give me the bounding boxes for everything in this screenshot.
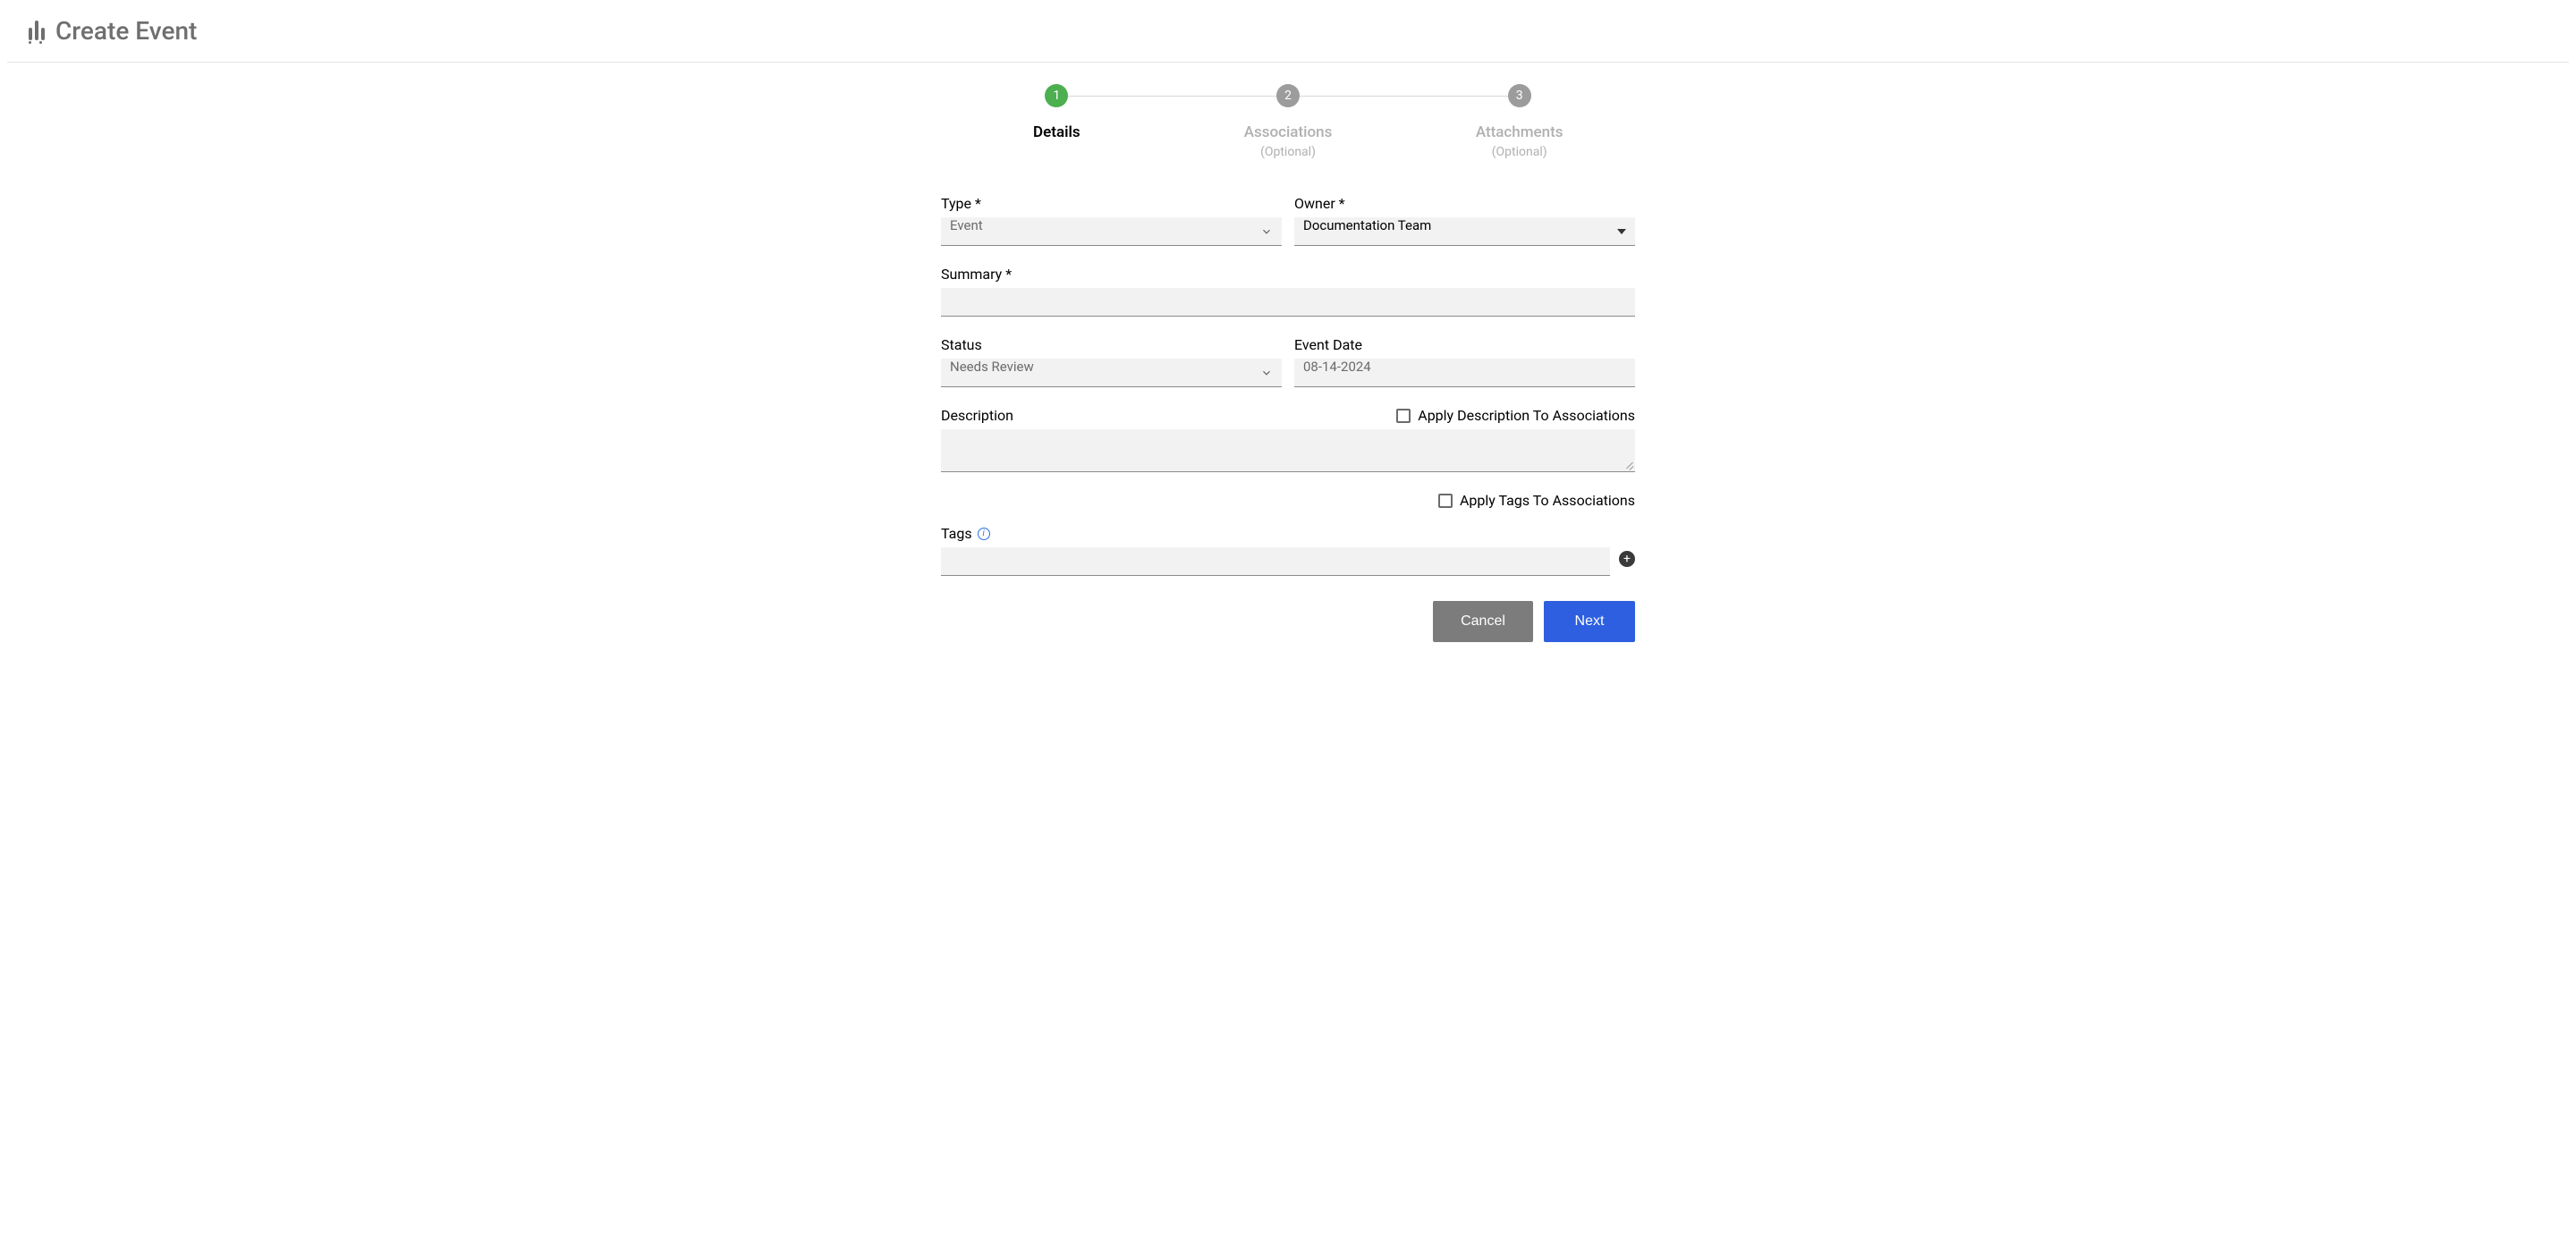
description-field[interactable]	[950, 435, 1626, 471]
chevron-down-icon	[1260, 367, 1273, 379]
status-value: Needs Review	[950, 359, 1260, 386]
step-number: 1	[1045, 84, 1068, 107]
step-label: Attachments	[1476, 123, 1563, 141]
resize-handle-icon[interactable]	[1624, 461, 1633, 470]
info-icon[interactable]: i	[978, 528, 990, 540]
apply-tags-checkbox[interactable]: Apply Tags To Associations	[1438, 492, 1635, 509]
apply-tags-label: Apply Tags To Associations	[1460, 492, 1635, 509]
step-sublabel: (Optional)	[1260, 145, 1316, 159]
type-label: Type *	[941, 195, 1282, 212]
status-label: Status	[941, 336, 1282, 353]
tags-input[interactable]	[941, 547, 1610, 576]
next-button[interactable]: Next	[1544, 601, 1635, 642]
caret-down-icon	[1617, 227, 1626, 236]
event-date-label: Event Date	[1294, 336, 1635, 353]
create-event-icon	[29, 19, 45, 44]
step-sublabel: (Optional)	[1492, 145, 1547, 159]
checkbox-icon	[1438, 494, 1453, 508]
description-label: Description	[941, 407, 1013, 424]
form-content: 1 Details 2 Associations (Optional) 3 At…	[930, 63, 1646, 678]
summary-label: Summary *	[941, 266, 1635, 283]
step-number: 3	[1508, 84, 1531, 107]
type-value: Event	[950, 217, 1260, 245]
step-details[interactable]: 1 Details	[941, 84, 1173, 141]
add-tag-button[interactable]: +	[1619, 551, 1635, 567]
step-label: Details	[1033, 123, 1080, 141]
step-label: Associations	[1244, 123, 1333, 141]
description-textarea[interactable]	[941, 429, 1635, 472]
tags-label: Tags	[941, 525, 972, 542]
event-date-value: 08-14-2024	[1303, 359, 1626, 386]
event-date-input[interactable]: 08-14-2024	[1294, 359, 1635, 387]
summary-field[interactable]	[950, 288, 1626, 316]
step-number: 2	[1276, 84, 1300, 107]
type-select[interactable]: Event	[941, 217, 1282, 246]
checkbox-icon	[1396, 409, 1411, 423]
summary-input[interactable]	[941, 288, 1635, 317]
cancel-button[interactable]: Cancel	[1433, 601, 1533, 642]
status-select[interactable]: Needs Review	[941, 359, 1282, 387]
owner-value: Documentation Team	[1303, 217, 1617, 245]
page-title: Create Event	[55, 16, 197, 46]
apply-description-checkbox[interactable]: Apply Description To Associations	[1396, 407, 1635, 424]
stepper: 1 Details 2 Associations (Optional) 3 At…	[941, 84, 1635, 159]
apply-description-label: Apply Description To Associations	[1418, 407, 1635, 424]
owner-label: Owner *	[1294, 195, 1635, 212]
page-header: Create Event	[7, 0, 2569, 63]
chevron-down-icon	[1260, 225, 1273, 238]
owner-select[interactable]: Documentation Team	[1294, 217, 1635, 246]
